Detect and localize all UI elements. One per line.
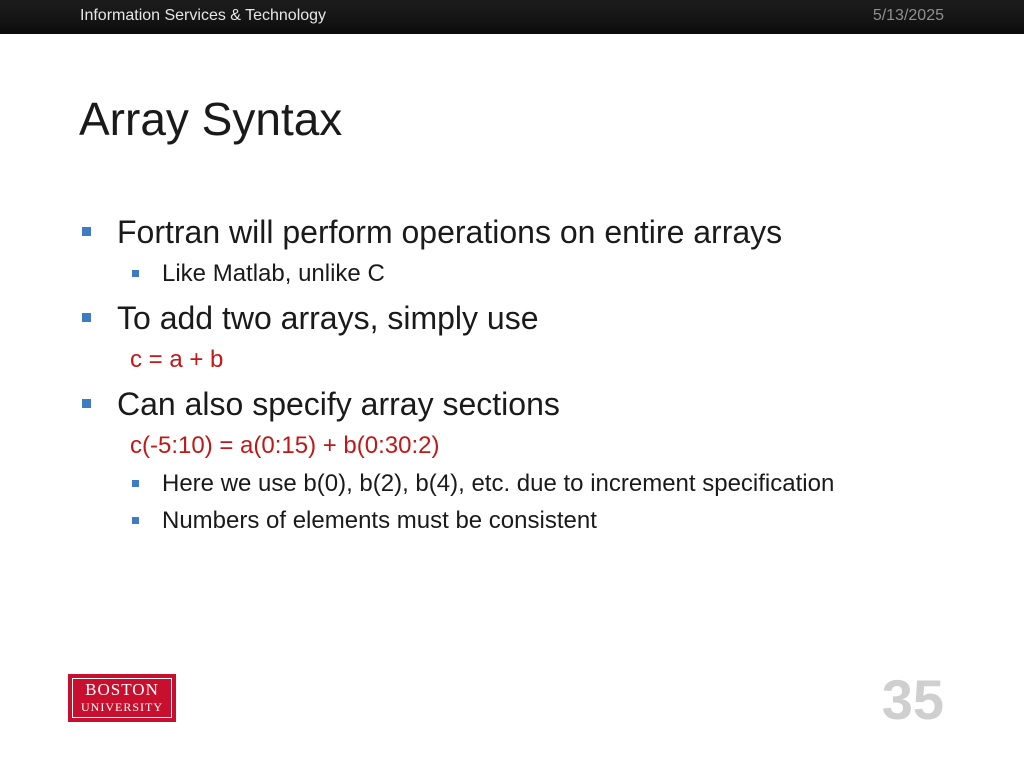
bullet-item: To add two arrays, simply use <box>82 300 539 336</box>
sub-bullet-text: Like Matlab, unlike C <box>162 260 385 287</box>
bullet-item: Fortran will perform operations on entir… <box>82 214 783 250</box>
bullet-text: Can also specify array sections <box>117 386 560 422</box>
sub-bullet-item: Here we use b(0), b(2), b(4), etc. due t… <box>132 470 835 497</box>
sub-bullet-text: Numbers of elements must be consistent <box>162 507 597 534</box>
sub-bullet-item: Like Matlab, unlike C <box>132 260 385 287</box>
bullet-square-icon <box>82 399 91 408</box>
sub-bullet-text: Here we use b(0), b(2), b(4), etc. due t… <box>162 470 835 497</box>
bullet-text: Fortran will perform operations on entir… <box>117 214 783 250</box>
boston-university-logo: BOSTON UNIVERSITY <box>68 674 176 722</box>
slide-number: 35 <box>881 668 944 731</box>
bullet-square-icon <box>82 313 91 322</box>
bullet-square-icon <box>132 517 139 524</box>
bullet-square-icon <box>132 270 139 277</box>
slide-content: Fortran will perform operations on entir… <box>0 0 1024 768</box>
bullet-square-icon <box>82 227 91 236</box>
code-line: c(-5:10) = a(0:15) + b(0:30:2) <box>130 432 440 459</box>
sub-bullet-item: Numbers of elements must be consistent <box>132 507 597 534</box>
code-line: c = a + b <box>130 346 224 373</box>
logo-line-1: BOSTON <box>85 680 159 699</box>
logo-line-2: UNIVERSITY <box>81 700 163 714</box>
bullet-square-icon <box>132 480 139 487</box>
bullet-text: To add two arrays, simply use <box>117 300 539 336</box>
bullet-item: Can also specify array sections <box>82 386 560 422</box>
